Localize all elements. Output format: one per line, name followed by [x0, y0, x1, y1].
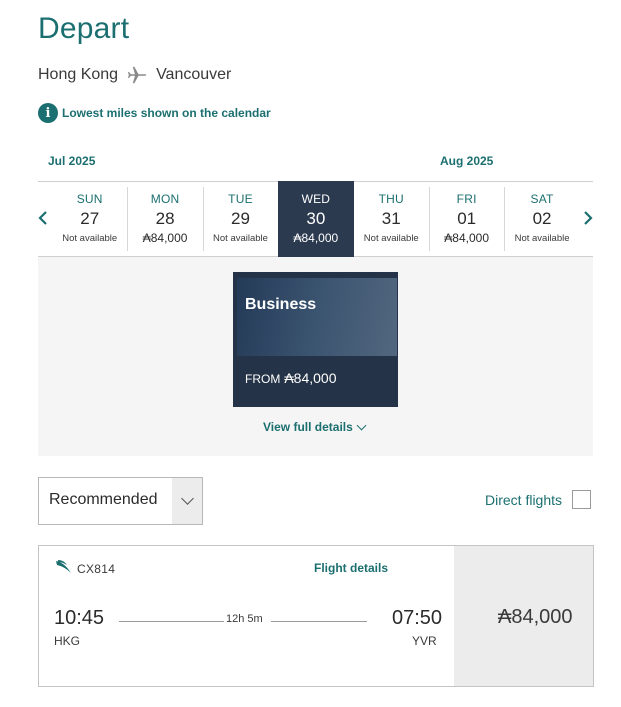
route: Hong Kong Vancouver: [38, 64, 231, 86]
info-icon: i: [38, 103, 58, 123]
fare-card-header: [237, 278, 397, 356]
day-price: ₳84,000: [444, 231, 489, 245]
arrival-airport: YVR: [412, 634, 437, 648]
day-number: 01: [457, 209, 477, 228]
day-number: 28: [155, 209, 175, 228]
info-text: Lowest miles shown on the calendar: [62, 106, 271, 120]
day-number: 27: [80, 209, 100, 228]
fare-card-price-row: FROM ₳84,000: [245, 370, 337, 386]
flight-price: ₳84,000: [498, 606, 573, 628]
direct-flights-filter[interactable]: Direct flights: [485, 490, 592, 509]
fare-card-from-label: FROM: [245, 372, 281, 386]
fare-card-price: ₳84,000: [284, 370, 337, 386]
origin-city: Hong Kong: [38, 66, 119, 83]
day-availability: Not available: [514, 233, 570, 244]
day-price: ₳84,000: [142, 231, 188, 245]
calendar-day-thu-31[interactable]: THU 31 Not available: [354, 181, 429, 257]
day-number: 30: [306, 209, 326, 228]
day-of-week: WED: [301, 192, 331, 206]
fare-card-business[interactable]: Business FROM ₳84,000: [233, 272, 398, 407]
departure-airport: HKG: [54, 634, 81, 648]
calendar-day-mon-28[interactable]: MON 28 ₳84,000: [127, 181, 202, 257]
day-number: 02: [532, 209, 552, 228]
flight-price-button[interactable]: ₳84,000: [454, 546, 593, 686]
sort-select-toggle[interactable]: [172, 478, 202, 524]
day-of-week: MON: [150, 192, 180, 206]
day-of-week: SUN: [76, 192, 103, 206]
day-of-week: TUE: [228, 192, 253, 206]
calendar-days: SUN 27 Not available MON 28 ₳84,000 TUE …: [52, 181, 580, 257]
month-label-jul: Jul 2025: [48, 154, 96, 168]
arrival-time: 07:50: [392, 607, 443, 629]
flight-result-card: CX814 Flight details 10:45 HKG 12h 5m 07…: [38, 545, 594, 687]
duration-line-left: [119, 621, 224, 622]
calendar-day-sun-27[interactable]: SUN 27 Not available: [52, 181, 127, 257]
day-number: 29: [231, 209, 250, 228]
duration-line-right: [271, 621, 367, 622]
chevron-left-icon: [38, 211, 47, 225]
view-full-details-label: View full details: [263, 420, 353, 434]
airline-logo-icon: [56, 560, 71, 573]
flight-number: CX814: [77, 562, 116, 576]
calendar-next-button[interactable]: [581, 208, 595, 228]
chevron-right-icon: [584, 211, 593, 225]
day-availability: Not available: [62, 233, 118, 244]
day-of-week: SAT: [530, 192, 554, 206]
sort-select[interactable]: Recommended: [38, 477, 203, 525]
calendar-day-sat-02[interactable]: SAT 02 Not available: [504, 181, 579, 257]
day-availability: Not available: [213, 233, 268, 244]
day-number: 31: [381, 209, 401, 228]
destination-city: Vancouver: [156, 66, 232, 83]
flight-duration: 12h 5m: [226, 613, 263, 625]
departure-time: 10:45: [54, 607, 105, 629]
sort-select-value: Recommended: [49, 491, 158, 508]
fare-card-cabin: Business: [245, 296, 317, 313]
calendar-info-note: i Lowest miles shown on the calendar: [38, 103, 271, 123]
day-of-week: THU: [378, 192, 404, 206]
day-of-week: FRI: [456, 192, 477, 206]
airplane-icon: [127, 66, 147, 84]
direct-flights-label: Direct flights: [485, 491, 563, 508]
view-full-details-link[interactable]: View full details: [263, 420, 367, 434]
flight-details-link[interactable]: Flight details: [314, 561, 388, 575]
month-label-aug: Aug 2025: [440, 154, 494, 168]
chevron-down-icon: [356, 420, 367, 430]
calendar-day-wed-30-selected[interactable]: WED 30 ₳84,000: [278, 181, 354, 257]
day-availability: Not available: [363, 233, 419, 244]
calendar-day-tue-29[interactable]: TUE 29 Not available: [202, 181, 278, 257]
direct-flights-checkbox[interactable]: [572, 490, 592, 509]
fare-panel: Business FROM ₳84,000 View full details: [38, 257, 593, 456]
chevron-down-icon: [180, 492, 194, 505]
calendar-day-fri-01[interactable]: FRI 01 ₳84,000: [428, 181, 504, 257]
day-price: ₳84,000: [293, 231, 339, 245]
calendar-prev-button[interactable]: [36, 208, 50, 228]
page-title: Depart: [38, 12, 130, 45]
